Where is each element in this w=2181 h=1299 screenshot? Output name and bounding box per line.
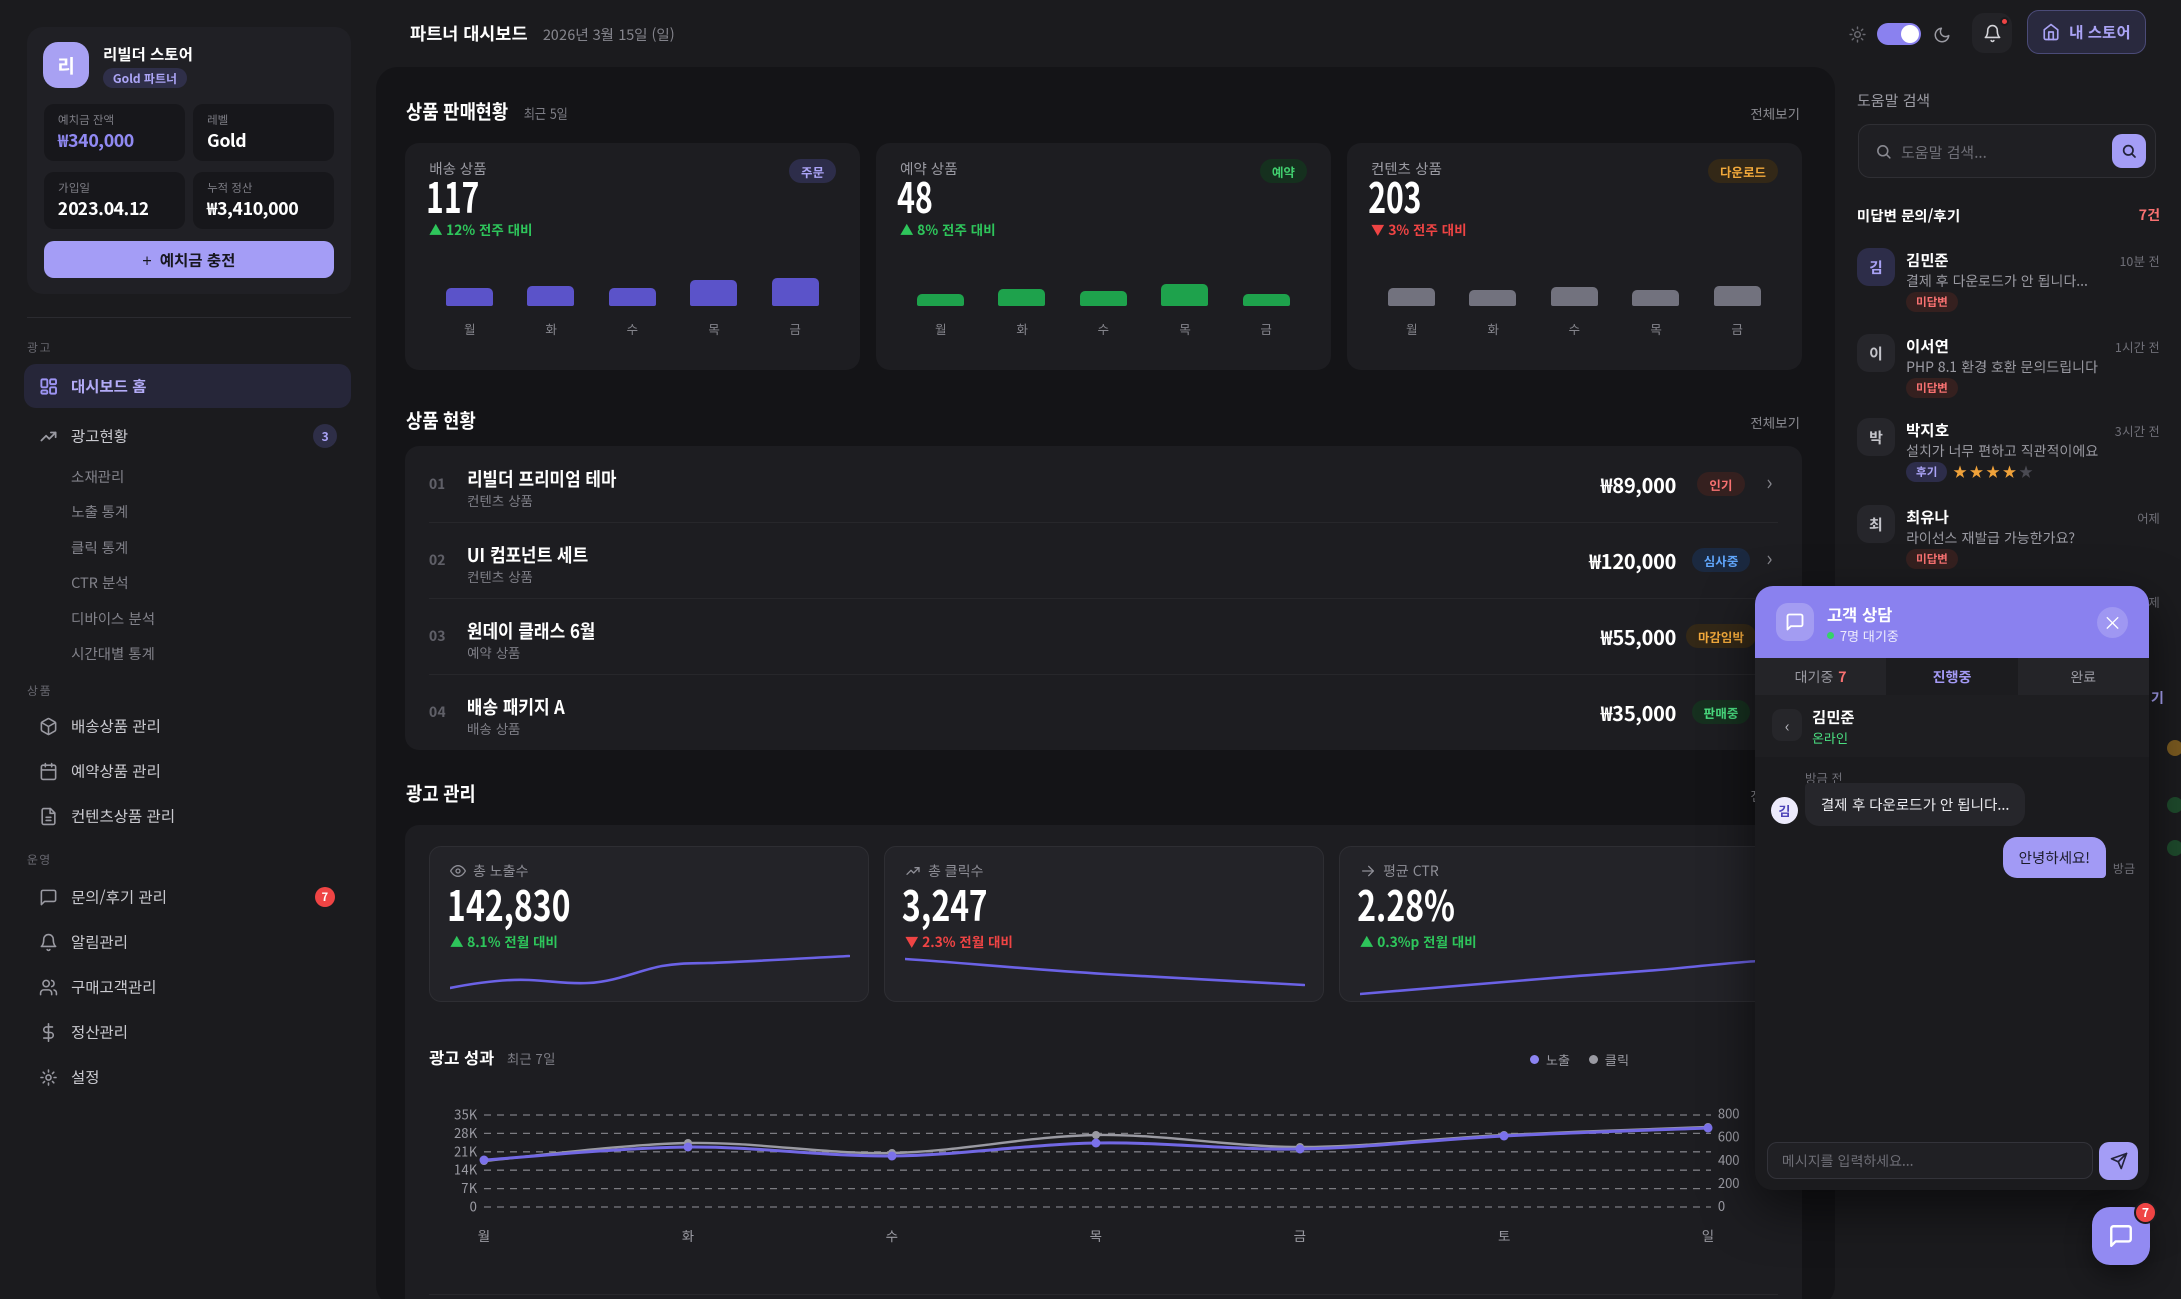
svg-text:수: 수: [886, 1225, 898, 1245]
svg-text:400: 400: [1718, 1150, 1740, 1169]
svg-text:14K: 14K: [454, 1160, 477, 1179]
svg-text:토: 토: [1498, 1225, 1510, 1245]
svg-text:21K: 21K: [454, 1141, 477, 1160]
svg-text:금: 금: [1294, 1225, 1306, 1245]
svg-text:7K: 7K: [461, 1178, 477, 1197]
svg-text:월: 월: [478, 1225, 490, 1245]
svg-text:800: 800: [1718, 1104, 1740, 1123]
svg-text:0: 0: [1718, 1196, 1725, 1215]
svg-text:200: 200: [1718, 1173, 1740, 1192]
svg-text:0: 0: [470, 1197, 477, 1216]
svg-text:일: 일: [1702, 1225, 1714, 1245]
svg-text:28K: 28K: [454, 1123, 477, 1142]
svg-text:35K: 35K: [454, 1105, 477, 1124]
svg-text:화: 화: [682, 1225, 695, 1245]
svg-text:600: 600: [1718, 1127, 1740, 1146]
svg-text:목: 목: [1090, 1225, 1102, 1245]
